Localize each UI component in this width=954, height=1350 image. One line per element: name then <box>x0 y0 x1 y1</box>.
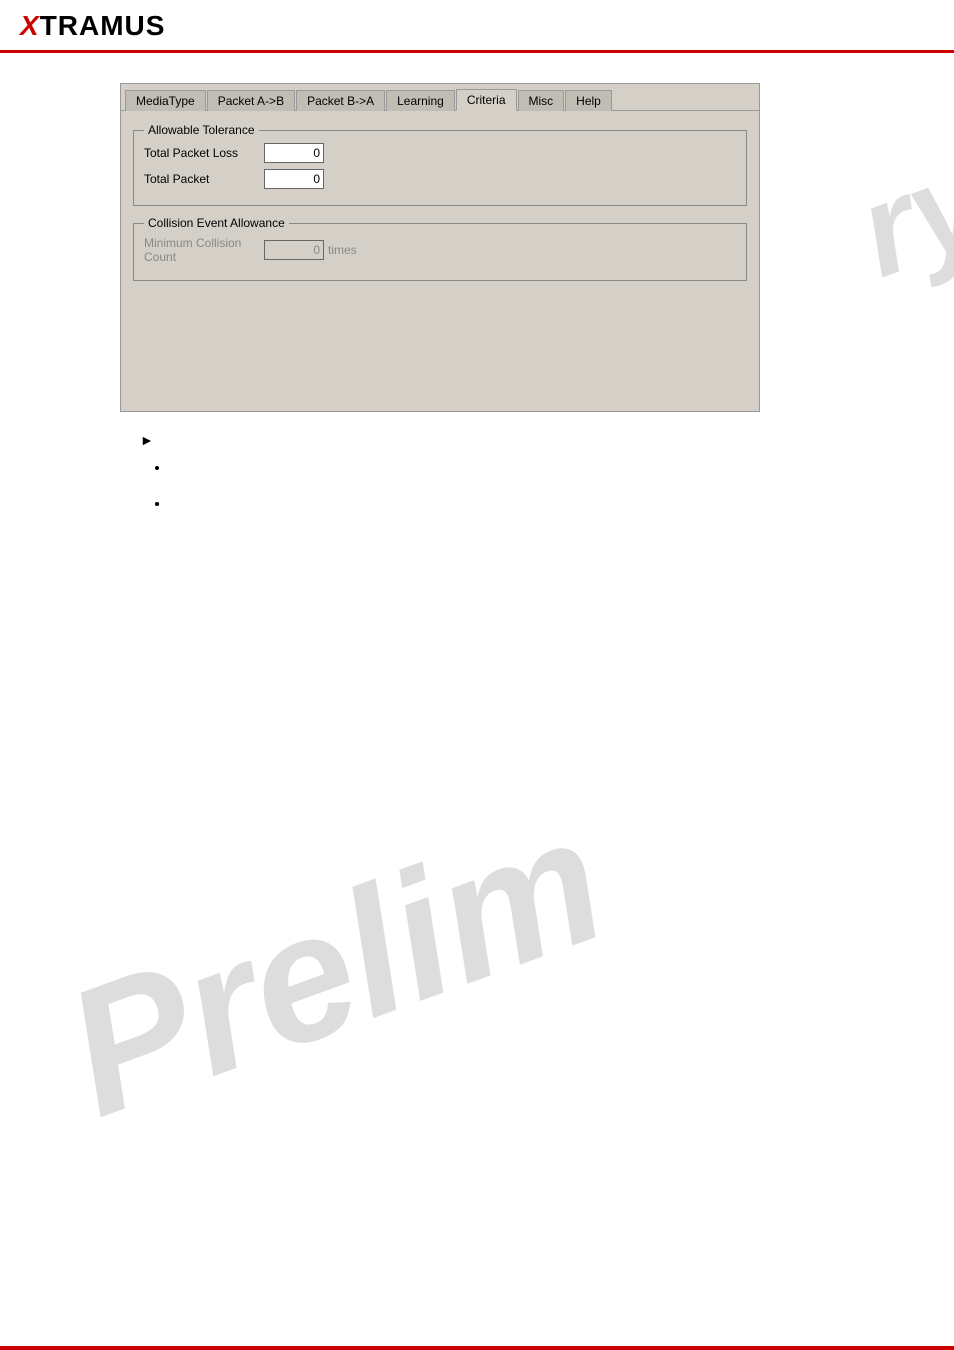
arrow-item: ► <box>140 432 924 448</box>
tab-bar: MediaType Packet A->B Packet B->A Learni… <box>121 84 759 111</box>
minimum-collision-count-input[interactable] <box>264 240 324 260</box>
total-packet-input[interactable] <box>264 169 324 189</box>
minimum-collision-count-label: Minimum Collision Count <box>144 236 264 264</box>
collision-event-group: Collision Event Allowance Minimum Collis… <box>133 216 747 281</box>
total-packet-loss-row: Total Packet Loss <box>144 143 736 163</box>
minimum-collision-count-row: Minimum Collision Count times <box>144 236 736 264</box>
tab-misc[interactable]: Misc <box>518 90 565 111</box>
total-packet-row: Total Packet <box>144 169 736 189</box>
tab-packet-ba[interactable]: Packet B->A <box>296 90 385 111</box>
arrow-symbol: ► <box>140 432 154 448</box>
total-packet-loss-label: Total Packet Loss <box>144 146 264 160</box>
total-packet-label: Total Packet <box>144 172 264 186</box>
tab-packet-ab[interactable]: Packet A->B <box>207 90 295 111</box>
content-section: ► <box>120 432 924 513</box>
logo: XTRAMUS <box>20 10 165 42</box>
main-content: MediaType Packet A->B Packet B->A Learni… <box>0 53 954 549</box>
logo-tramus: TRAMUS <box>40 10 166 41</box>
tab-mediatype[interactable]: MediaType <box>125 90 206 111</box>
tab-learning[interactable]: Learning <box>386 90 455 111</box>
collision-event-legend: Collision Event Allowance <box>144 216 289 230</box>
allowable-tolerance-group: Allowable Tolerance Total Packet Loss To… <box>133 123 747 206</box>
bullet-item-2 <box>170 494 924 514</box>
bullet-item-1 <box>170 458 924 478</box>
logo-x: X <box>20 10 40 41</box>
tab-criteria[interactable]: Criteria <box>456 89 517 111</box>
bullet-list <box>140 458 924 513</box>
allowable-tolerance-legend: Allowable Tolerance <box>144 123 259 137</box>
footer-bar <box>0 1346 954 1350</box>
header: XTRAMUS <box>0 0 954 53</box>
watermark: Prelim <box>41 775 629 1158</box>
total-packet-loss-input[interactable] <box>264 143 324 163</box>
criteria-panel: Allowable Tolerance Total Packet Loss To… <box>121 111 759 411</box>
times-label: times <box>328 243 357 257</box>
tab-help[interactable]: Help <box>565 90 612 111</box>
tab-panel: MediaType Packet A->B Packet B->A Learni… <box>120 83 760 412</box>
